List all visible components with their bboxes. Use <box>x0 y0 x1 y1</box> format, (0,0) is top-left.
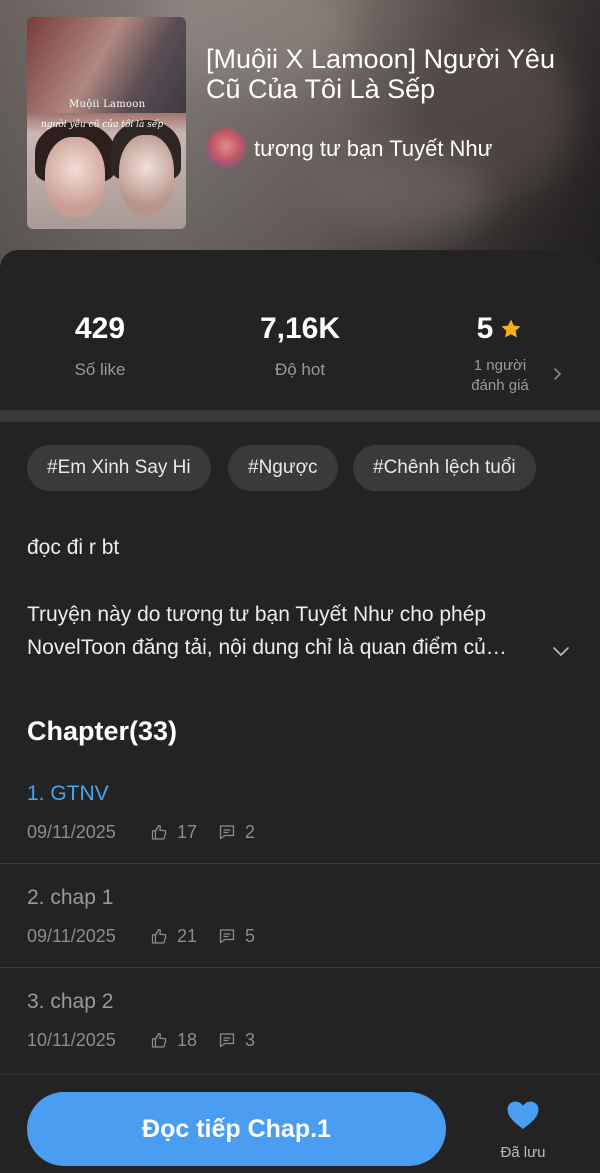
description-line: NovelToon đăng tải, nội dung chỉ là quan… <box>27 636 507 659</box>
author-name[interactable]: tương tư bạn Tuyết Như <box>254 136 492 162</box>
tag-chip[interactable]: #Ngược <box>228 445 338 491</box>
rating-value: 5 <box>476 312 494 345</box>
comment-icon <box>219 1033 235 1048</box>
likes-count: 429 <box>74 312 126 345</box>
rating-label-line1: 1 người <box>473 357 527 374</box>
chapter-item[interactable]: 2. chap 1 09/11/2025 21 5 <box>0 864 600 968</box>
description-intro: đọc đi r bt <box>27 536 120 559</box>
chevron-right-icon[interactable] <box>550 367 564 381</box>
tag-chip[interactable]: #Chênh lệch tuổi <box>353 445 536 491</box>
chapter-date: 10/11/2025 <box>27 1030 116 1050</box>
chapter-date: 09/11/2025 <box>27 926 116 946</box>
likes-label: Số like <box>74 360 126 379</box>
book-header: Muộii Lamoon người yêu cũ của tôi là sếp… <box>0 0 600 270</box>
chapter-likes: 17 <box>177 822 198 842</box>
book-cover-image[interactable]: Muộii Lamoon người yêu cũ của tôi là sếp <box>27 17 186 229</box>
tag-chip[interactable]: #Em Xinh Say Hi <box>27 445 211 491</box>
hot-count: 7,16K <box>259 312 341 345</box>
thumbs-up-icon <box>151 824 167 840</box>
likes-stat: 429 Số like <box>15 312 185 380</box>
chapter-item[interactable]: 3. chap 2 10/11/2025 18 3 <box>0 968 600 1072</box>
cover-subtitle-text: người yêu cũ của tôi là sếp <box>41 120 164 130</box>
thumbs-up-icon <box>151 1032 167 1048</box>
chapter-name: 2. chap 1 <box>27 886 114 909</box>
tag-list: #Em Xinh Say Hi #Ngược #Chênh lệch tuổi <box>27 445 587 491</box>
bottom-action-bar: Đọc tiếp Chap.1 Đã lưu <box>0 1074 600 1173</box>
chapter-comments: 5 <box>245 926 256 946</box>
rating-value-row: 5 <box>415 312 585 346</box>
description-line: Truyện này do tương tư bạn Tuyết Như cho… <box>27 603 487 626</box>
chevron-down-icon[interactable] <box>552 642 570 660</box>
chapter-comments: 3 <box>245 1030 256 1050</box>
rating-label-line2: đánh giá <box>471 377 529 394</box>
book-detail-panel: 429 Số like 7,16K Độ hot 5 1 người đánh … <box>0 250 600 1172</box>
chapter-comments: 2 <box>245 822 256 842</box>
author-avatar[interactable] <box>206 128 246 168</box>
description-text[interactable]: Truyện này do tương tư bạn Tuyết Như cho… <box>27 598 547 664</box>
chapter-heading: Chapter(33) <box>27 716 178 746</box>
hot-stat: 7,16K Độ hot <box>215 312 385 380</box>
chapter-name: 3. chap 2 <box>27 990 114 1013</box>
chapter-item[interactable]: 1. GTNV 09/11/2025 17 2 <box>0 760 600 864</box>
hot-label: Độ hot <box>274 360 326 379</box>
chapter-name: 1. GTNV <box>27 782 109 805</box>
save-label: Đã lưu <box>500 1144 546 1161</box>
book-title: [Muộii X Lamoon] Người Yêu Cũ Của Tôi Là… <box>206 44 555 104</box>
chapter-date: 09/11/2025 <box>27 822 116 842</box>
cover-title-text: Muộii Lamoon <box>69 99 146 110</box>
continue-reading-button[interactable]: Đọc tiếp Chap.1 <box>27 1092 446 1166</box>
section-divider <box>0 410 600 422</box>
heart-icon <box>507 1101 539 1129</box>
chapter-likes: 21 <box>177 926 198 946</box>
star-icon <box>501 319 521 338</box>
comment-icon <box>219 929 235 944</box>
chapter-likes: 18 <box>177 1030 198 1050</box>
stats-row: 429 Số like 7,16K Độ hot 5 1 người đánh … <box>0 250 600 410</box>
rating-stat[interactable]: 5 1 người đánh giá <box>415 312 585 396</box>
save-button[interactable]: Đã lưu <box>486 1097 560 1167</box>
comment-icon <box>219 825 235 840</box>
thumbs-up-icon <box>151 928 167 944</box>
